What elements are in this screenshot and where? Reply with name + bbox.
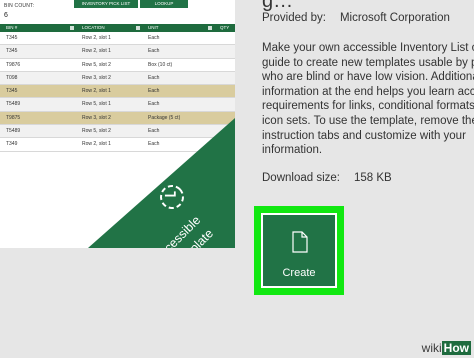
provided-by-value: Microsoft Corporation [339, 12, 450, 24]
template-description: Make your own accessible Inventory List … [262, 41, 474, 158]
description-line: who are blind or have low vision. Additi… [262, 71, 474, 84]
description-line: requirements for links, conditional form… [262, 100, 474, 113]
download-size: Download size: 158 KB [262, 172, 392, 184]
description-line: Make your own accessible Inventory List … [262, 42, 474, 54]
download-size-value: 158 KB [353, 172, 392, 184]
download-size-label: Download size: [262, 172, 340, 184]
template-preview: BIN COUNT: 6 INVENTORY PICK LIST LOOKUP … [0, 0, 235, 248]
description-line: icon sets. To use the template, remove t… [262, 114, 474, 127]
create-button-label: Create [282, 267, 316, 279]
provided-by: Provided by: Microsoft Corporation [262, 12, 450, 24]
accessible-template-banner: Accessible Template [88, 118, 235, 248]
watermark-wiki: wiki [421, 341, 442, 355]
template-info-panel: g… Provided by: Microsoft Corporation Mak… [235, 0, 474, 358]
document-icon [292, 231, 308, 253]
description-line: instruction tabs and customize with your [262, 129, 466, 142]
provided-by-label: Provided by: [262, 12, 326, 24]
banner-triangle [88, 118, 235, 248]
watermark-how: How [441, 341, 471, 355]
create-button[interactable]: Create [261, 213, 337, 288]
description-line: information at the end helps you learn a… [262, 85, 474, 98]
description-line: information. [262, 144, 323, 157]
description-line: guide to create new templates usable by … [262, 56, 474, 69]
create-button-highlight: Create [254, 206, 344, 295]
wikihow-watermark: wiki How [422, 340, 471, 356]
